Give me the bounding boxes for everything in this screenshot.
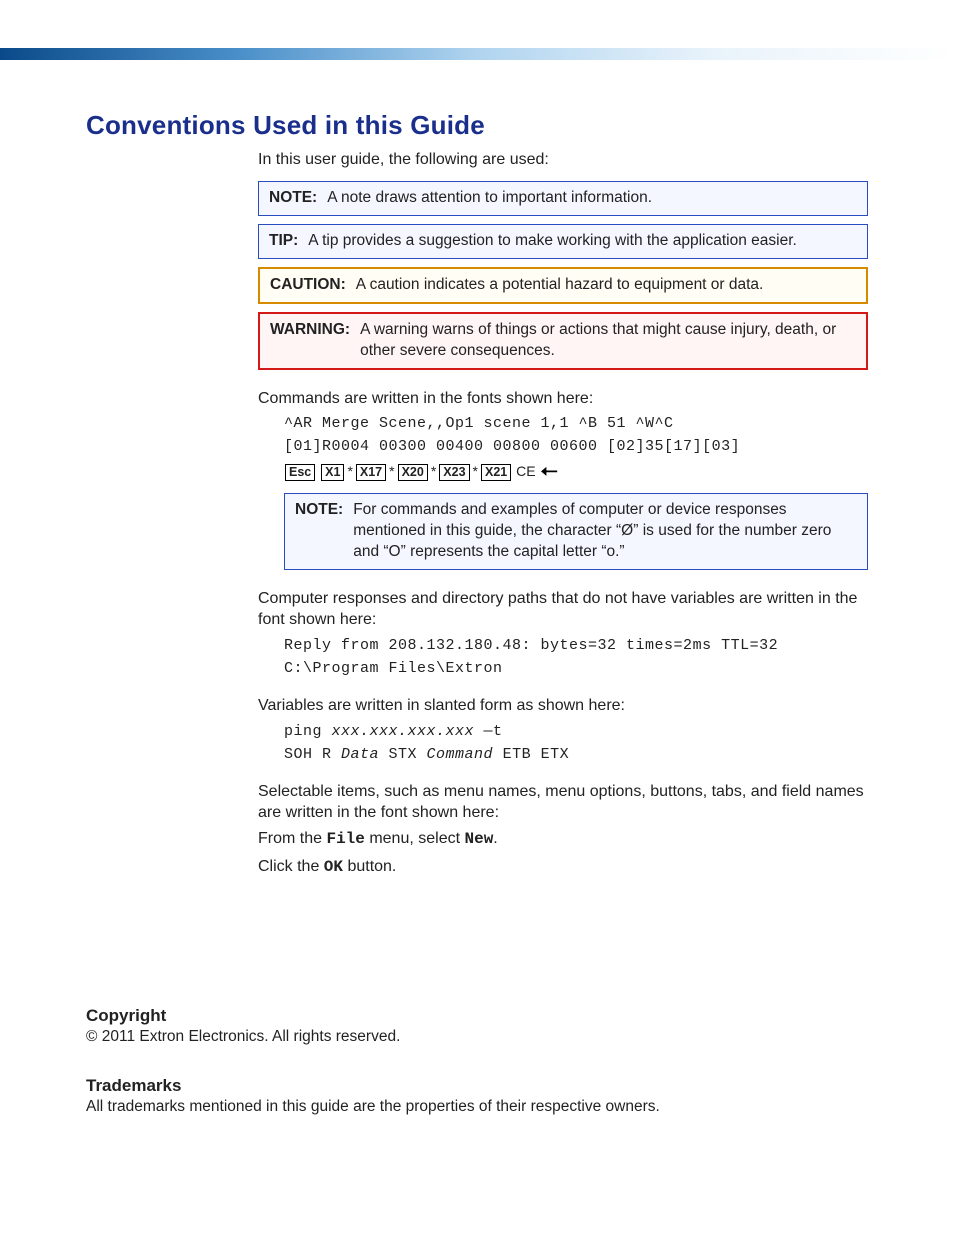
header-gradient (0, 48, 954, 60)
main-content: In this user guide, the following are us… (258, 151, 868, 876)
key-esc: Esc (285, 464, 315, 481)
esc-sequence: Esc X1*X17*X20*X23*X21 CE (284, 463, 868, 481)
note2-text: For commands and examples of computer or… (353, 500, 857, 563)
variables-intro: Variables are written in slanted form as… (258, 695, 868, 717)
callout-tip: TIP: A tip provides a suggestion to make… (258, 224, 868, 259)
sel-line-1-mid: menu, select (365, 830, 465, 847)
page-body: Conventions Used in this Guide In this u… (0, 60, 954, 1186)
commands-intro: Commands are written in the fonts shown … (258, 388, 868, 410)
tip-text: A tip provides a suggestion to make work… (308, 231, 797, 252)
sel-line-2-post: button. (343, 858, 396, 875)
ce-text: CE (516, 463, 535, 479)
sel-line-1-b2: New (464, 830, 493, 848)
sel-line-1-post: . (493, 830, 497, 847)
footer: Copyright © 2011 Extron Electronics. All… (86, 1006, 868, 1116)
key-x23: X23 (439, 464, 469, 481)
trademarks-heading: Trademarks (86, 1076, 868, 1096)
sel-line-2: Click the OK button. (258, 858, 868, 876)
var-line-1-var: xxx.xxx.xxx.xxx (332, 723, 475, 740)
callout-note-2: NOTE: For commands and examples of compu… (284, 493, 868, 570)
resp-line-2: C:\Program Files\Extron (284, 660, 868, 677)
key-x20: X20 (398, 464, 428, 481)
note-text: A note draws attention to important info… (327, 188, 652, 209)
sep-star: * (471, 463, 480, 479)
var-line-2-3: STX (379, 746, 427, 763)
note-label: NOTE: (269, 188, 327, 209)
var-line-1: ping xxx.xxx.xxx.xxx —t (284, 723, 868, 740)
sep-star: * (429, 463, 438, 479)
cmd-line-1: ^AR Merge Scene,,Op1 scene 1,1 ^B 51 ^W^… (284, 415, 868, 432)
caution-label: CAUTION: (270, 275, 356, 296)
var-line-2-2: Data (341, 746, 379, 763)
sel-line-1: From the File menu, select New. (258, 830, 868, 848)
tip-label: TIP: (269, 231, 308, 252)
var-line-2-1: SOH R (284, 746, 341, 763)
responses-intro: Computer responses and directory paths t… (258, 588, 868, 631)
caution-text: A caution indicates a potential hazard t… (356, 275, 764, 296)
callout-caution: CAUTION: A caution indicates a potential… (258, 267, 868, 304)
key-x17: X17 (356, 464, 386, 481)
trademarks-text: All trademarks mentioned in this guide a… (86, 1098, 868, 1116)
var-line-2-5: ETB ETX (493, 746, 569, 763)
sel-line-2-pre: Click the (258, 858, 324, 875)
var-line-1-pre: ping (284, 723, 332, 740)
intro-text: In this user guide, the following are us… (258, 151, 868, 169)
sel-line-2-b: OK (324, 858, 343, 876)
cmd-line-2: [01]R0004 00300 00400 00800 00600 [02]35… (284, 438, 868, 455)
copyright-heading: Copyright (86, 1006, 868, 1026)
copyright-text: © 2011 Extron Electronics. All rights re… (86, 1028, 868, 1046)
resp-line-1: Reply from 208.132.180.48: bytes=32 time… (284, 637, 868, 654)
sel-line-1-pre: From the (258, 830, 326, 847)
var-line-2: SOH R Data STX Command ETB ETX (284, 746, 868, 763)
callout-note: NOTE: A note draws attention to importan… (258, 181, 868, 216)
var-line-1-post: —t (474, 723, 503, 740)
warning-text: A warning warns of things or actions tha… (360, 320, 856, 362)
return-arrow-icon (541, 465, 559, 481)
callout-warning: WARNING: A warning warns of things or ac… (258, 312, 868, 370)
sep-star: * (345, 463, 354, 479)
key-x1: X1 (321, 464, 344, 481)
note2-label: NOTE: (295, 500, 353, 521)
key-x21: X21 (481, 464, 511, 481)
sep-star: * (387, 463, 396, 479)
var-line-2-4: Command (427, 746, 494, 763)
selectable-intro: Selectable items, such as menu names, me… (258, 781, 868, 824)
warning-label: WARNING: (270, 320, 360, 341)
page-title: Conventions Used in this Guide (86, 110, 868, 141)
sel-line-1-b1: File (326, 830, 364, 848)
